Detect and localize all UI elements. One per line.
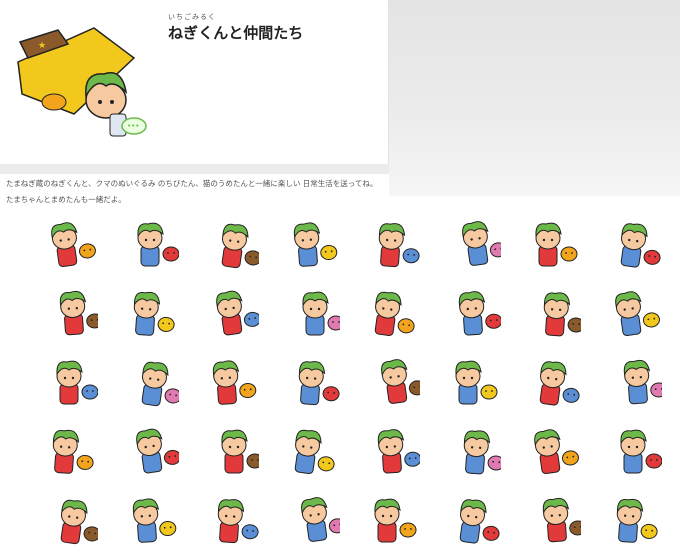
sticker-thumbnail[interactable] [515,281,581,341]
sticker-thumbnail[interactable] [596,419,662,479]
sticker-thumbnail[interactable] [32,212,98,272]
sticker-thumbnail[interactable] [193,281,259,341]
background-panel [389,0,680,196]
sticker-thumbnail[interactable] [113,350,179,410]
sticker-thumbnail[interactable] [596,350,662,410]
sticker-thumbnail[interactable] [274,281,340,341]
sticker-thumbnail[interactable] [193,212,259,272]
sticker-thumbnail[interactable] [354,281,420,341]
author-reading: いちごみるく [168,13,216,21]
description-line-2: たまちゃんとまめたんも一緒だよ。 [6,195,126,204]
sticker-thumbnail[interactable] [435,281,501,341]
sticker-thumbnail[interactable] [515,488,581,548]
sticker-thumbnail[interactable] [113,419,179,479]
sticker-thumbnail[interactable] [113,281,179,341]
sticker-thumbnail[interactable] [113,488,179,548]
sticker-thumbnail[interactable] [435,419,501,479]
sticker-thumbnail[interactable] [274,419,340,479]
sticker-thumbnail[interactable] [32,281,98,341]
sticker-grid [32,212,672,552]
svg-text:•••: ••• [127,122,139,130]
sticker-thumbnail[interactable] [596,281,662,341]
sticker-set-title: ねぎくんと仲間たち [168,24,304,42]
sticker-thumbnail[interactable] [32,488,98,548]
sticker-thumbnail[interactable] [274,488,340,548]
sticker-thumbnail[interactable] [354,488,420,548]
sticker-thumbnail[interactable] [274,212,340,272]
sticker-thumbnail[interactable] [435,488,501,548]
sticker-thumbnail[interactable] [113,212,179,272]
sticker-thumbnail[interactable] [515,212,581,272]
sticker-thumbnail[interactable] [596,212,662,272]
sticker-thumbnail[interactable] [193,419,259,479]
sticker-thumbnail[interactable] [435,212,501,272]
sticker-thumbnail[interactable] [193,350,259,410]
sticker-thumbnail[interactable] [32,419,98,479]
sticker-thumbnail[interactable] [354,350,420,410]
sticker-thumbnail[interactable] [32,350,98,410]
divider-strip [0,164,389,174]
sticker-thumbnail[interactable] [354,212,420,272]
main-sticker-icon: ★ ••• [17,27,147,137]
description-line-1: たまねぎ蔵のねぎくんと、クマのぬいぐるみ のちびたん、猫のうめたんと一緒に楽しい… [6,179,378,188]
svg-text:★: ★ [38,41,46,51]
sticker-thumbnail[interactable] [596,488,662,548]
sticker-thumbnail[interactable] [515,350,581,410]
sticker-thumbnail[interactable] [274,350,340,410]
sticker-description: たまねぎ蔵のねぎくんと、クマのぬいぐるみ のちびたん、猫のうめたんと一緒に楽しい… [6,176,386,208]
sticker-set-header: ★ ••• いちごみるく ねぎくんと仲間たち [0,0,389,165]
sticker-thumbnail[interactable] [435,350,501,410]
sticker-thumbnail[interactable] [515,419,581,479]
sticker-thumbnail[interactable] [193,488,259,548]
sticker-thumbnail[interactable] [354,419,420,479]
